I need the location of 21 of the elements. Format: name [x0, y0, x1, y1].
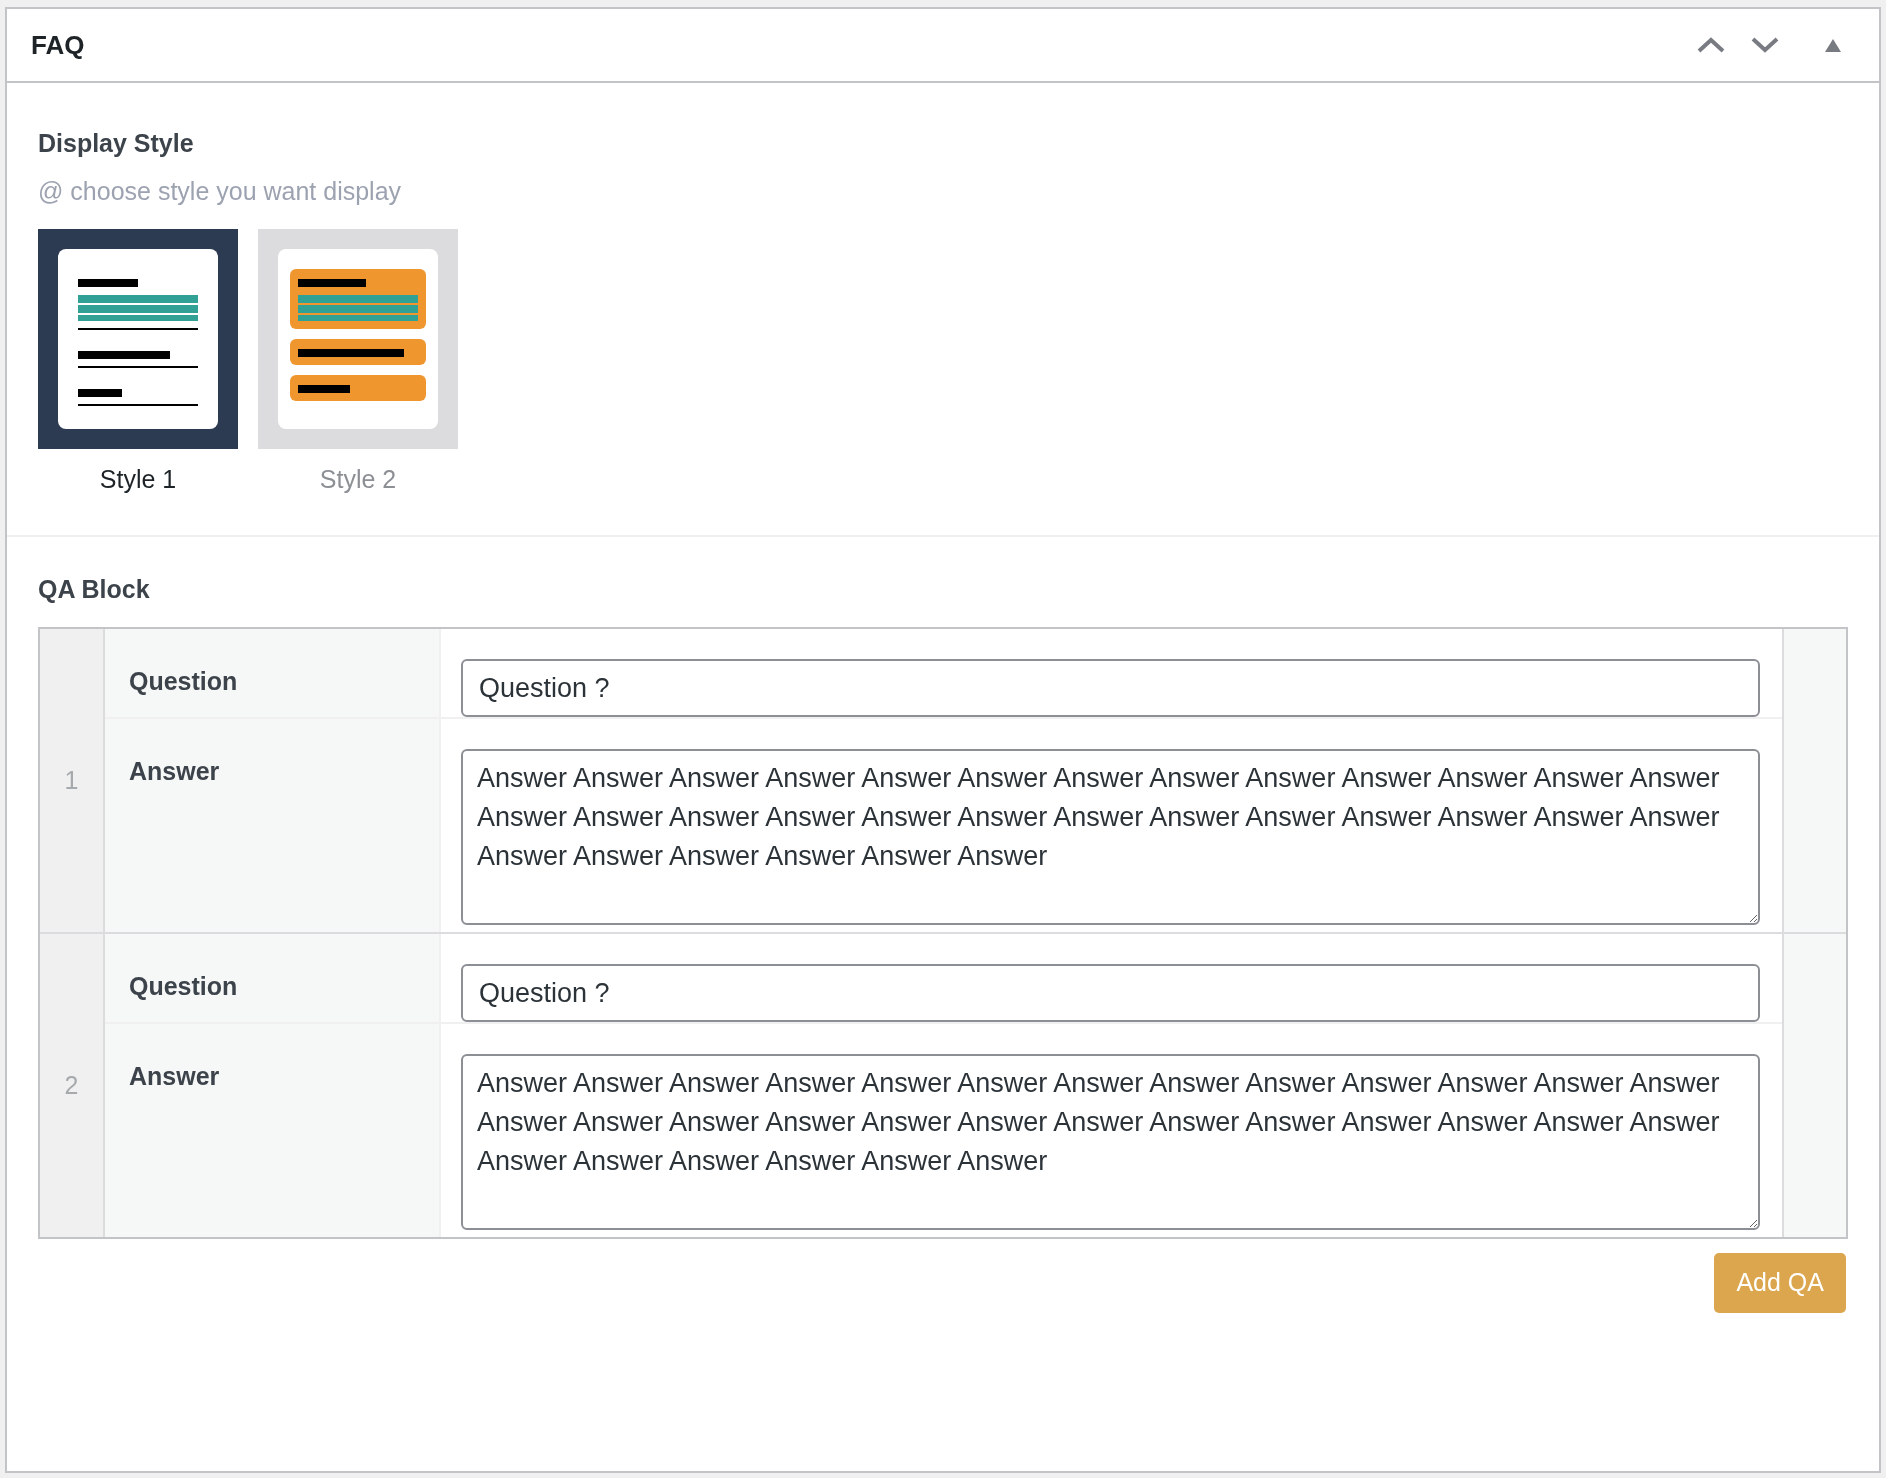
- style-label: Style 2: [319, 464, 397, 495]
- section-hint: @ choose style you want display: [38, 176, 403, 207]
- triangle-up-icon: [1825, 38, 1841, 52]
- field-label: Answer: [129, 757, 220, 785]
- field-label: Question: [129, 667, 238, 695]
- answer-field[interactable]: Answer Answer Answer Answer Answer Answer Answer Answer Answer Answer Answer Answer Answer Answer Answer Answer Answer Answer Answer Answer Answer Answer Answer Answer Answer Answer Answer Answer Answer Answer Answer Answer: [461, 1054, 1760, 1230]
- panel-title: FAQ: [31, 28, 85, 62]
- style-option[interactable]: [258, 229, 458, 449]
- row-number: 2: [64, 1069, 79, 1101]
- row-number: 1: [64, 764, 79, 796]
- question-field[interactable]: Question ?: [461, 964, 1760, 1022]
- chevron-up-icon: [1697, 37, 1725, 53]
- style-option[interactable]: [38, 229, 238, 449]
- field-label: Question: [129, 972, 238, 1000]
- answer-field[interactable]: Answer Answer Answer Answer Answer Answer Answer Answer Answer Answer Answer Answer Answer Answer Answer Answer Answer Answer Answer Answer Answer Answer Answer Answer Answer Answer Answer Answer Answer Answer Answer Answer: [461, 749, 1760, 925]
- style-label: Style 1: [99, 464, 177, 495]
- section-label: Display Style: [38, 128, 195, 159]
- section-label: QA Block: [38, 574, 151, 605]
- field-label: Answer: [129, 1062, 220, 1090]
- question-field[interactable]: Question ?: [461, 659, 1760, 717]
- chevron-down-icon: [1751, 37, 1779, 53]
